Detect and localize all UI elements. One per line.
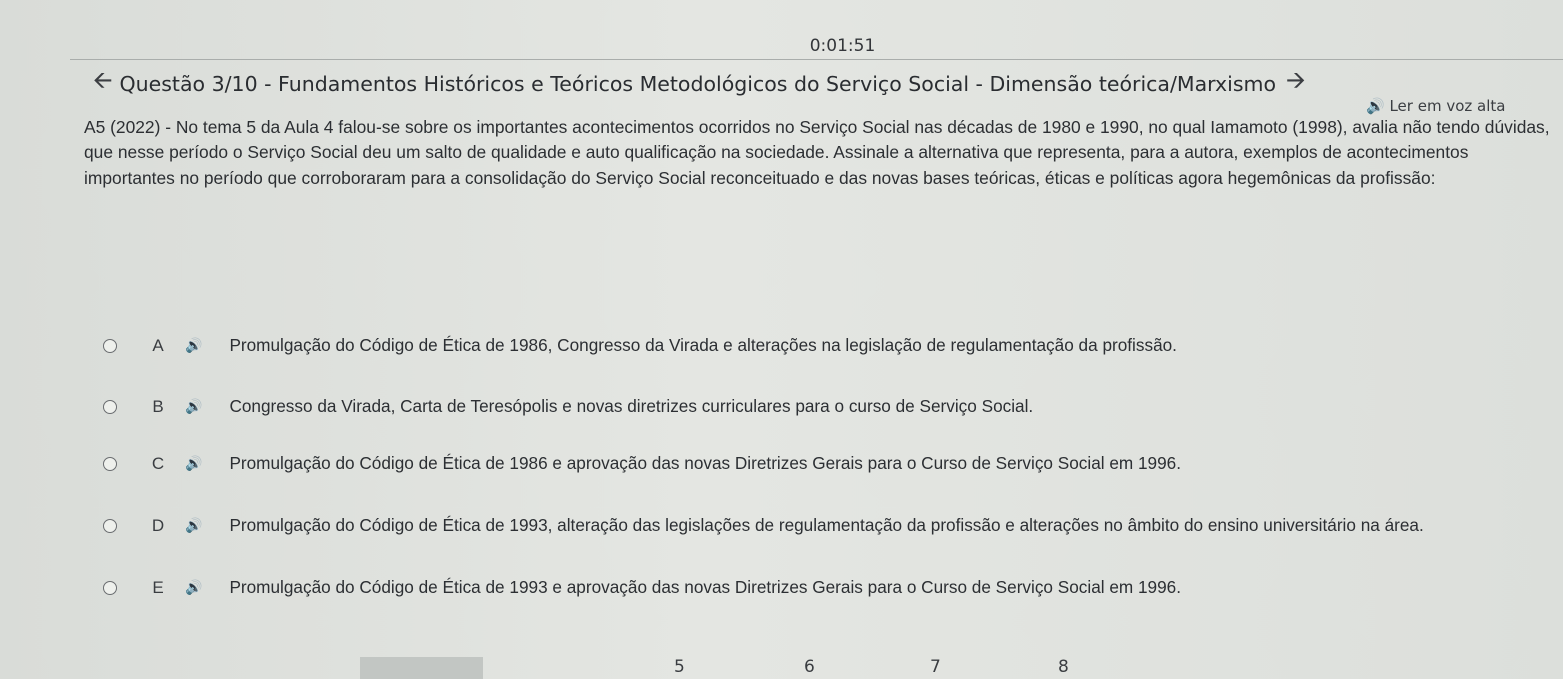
arrow-right-icon[interactable]: 🡪 bbox=[1286, 63, 1306, 104]
speaker-icon: 🔊 bbox=[1366, 97, 1385, 115]
question-prompt: A5 (2022) - No tema 5 da Aula 4 falou-se… bbox=[84, 117, 1550, 188]
read-aloud-label: Ler em voz alta bbox=[1389, 97, 1506, 115]
header-divider bbox=[70, 59, 1563, 60]
option-letter: D bbox=[151, 515, 165, 535]
page-7[interactable]: 7 bbox=[930, 657, 941, 677]
option-b[interactable]: B 🔊 Congresso da Virada, Carta de Teresó… bbox=[98, 396, 1033, 417]
page-5[interactable]: 5 bbox=[674, 657, 685, 677]
option-text: Promulgação do Código de Ética de 1986, … bbox=[229, 335, 1177, 355]
read-aloud-button[interactable]: 🔊 Ler em voz alta bbox=[1366, 97, 1505, 115]
speaker-icon[interactable]: 🔊 bbox=[185, 399, 202, 415]
option-letter: B bbox=[152, 396, 164, 416]
option-text: Congresso da Virada, Carta de Teresópoli… bbox=[229, 396, 1034, 416]
option-c[interactable]: C 🔊 Promulgação do Código de Ética de 19… bbox=[98, 453, 1181, 474]
option-radio[interactable] bbox=[103, 580, 117, 595]
option-d[interactable]: D 🔊 Promulgação do Código de Ética de 19… bbox=[98, 515, 1424, 536]
option-text: Promulgação do Código de Ética de 1986 e… bbox=[229, 453, 1182, 473]
question-title: Questão 3/10 - Fundamentos Históricos e … bbox=[119, 71, 1277, 96]
speaker-icon[interactable]: 🔊 bbox=[185, 338, 202, 354]
question-pagination: 5 6 7 8 bbox=[360, 655, 1460, 679]
option-radio[interactable] bbox=[103, 456, 117, 471]
speaker-icon[interactable]: 🔊 bbox=[185, 456, 202, 472]
arrow-left-icon[interactable]: 🡨 bbox=[93, 63, 113, 104]
page-6[interactable]: 6 bbox=[804, 657, 815, 677]
option-text: Promulgação do Código de Ética de 1993 e… bbox=[229, 577, 1182, 597]
page-8[interactable]: 8 bbox=[1058, 657, 1069, 677]
option-e[interactable]: E 🔊 Promulgação do Código de Ética de 19… bbox=[98, 577, 1181, 598]
option-letter: A bbox=[152, 335, 164, 355]
page-current[interactable] bbox=[360, 657, 483, 679]
timer: 0:01:51 bbox=[809, 36, 876, 56]
question-header: 🡨 Questão 3/10 - Fundamentos Históricos … bbox=[93, 63, 1306, 104]
option-letter: C bbox=[151, 453, 165, 473]
speaker-icon[interactable]: 🔊 bbox=[185, 580, 202, 596]
option-radio[interactable] bbox=[103, 518, 117, 533]
option-radio[interactable] bbox=[103, 399, 117, 414]
option-a[interactable]: A 🔊 Promulgação do Código de Ética de 19… bbox=[98, 335, 1177, 356]
speaker-icon[interactable]: 🔊 bbox=[185, 518, 202, 534]
option-letter: E bbox=[152, 577, 164, 597]
option-text: Promulgação do Código de Ética de 1993, … bbox=[229, 515, 1424, 535]
option-radio[interactable] bbox=[103, 338, 117, 353]
